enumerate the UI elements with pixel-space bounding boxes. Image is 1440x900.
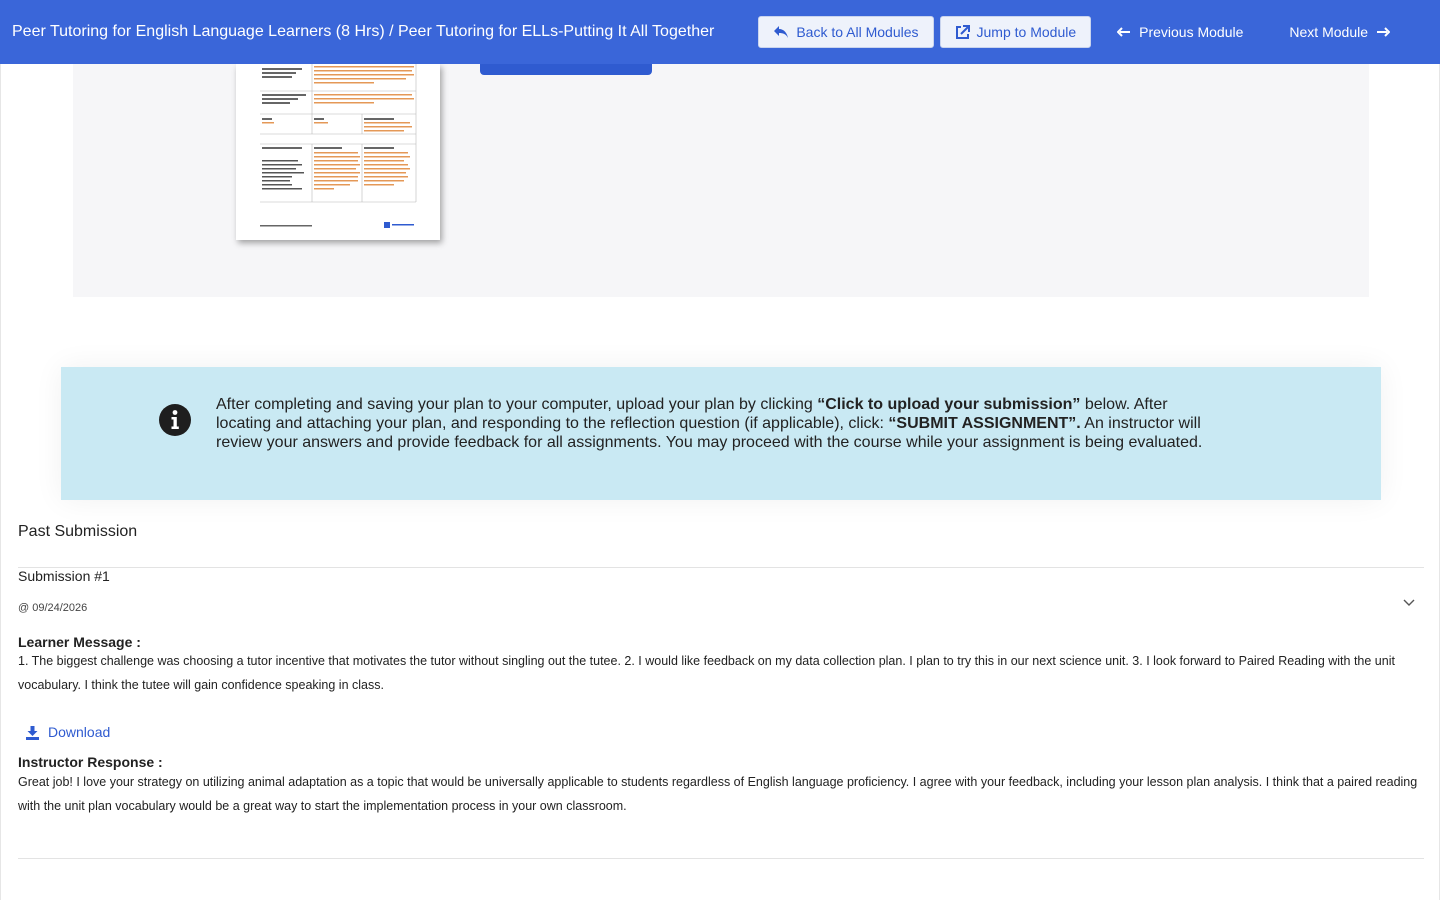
- section-divider: [18, 567, 1424, 568]
- external-link-icon: [955, 24, 970, 40]
- document-thumbnail[interactable]: [236, 64, 440, 240]
- download-label: Download: [48, 724, 111, 740]
- arrow-right-icon: [1376, 27, 1390, 37]
- reply-arrow-icon: [773, 25, 789, 39]
- submission-instructions-callout: After completing and saving your plan to…: [61, 367, 1381, 500]
- preview-action-button[interactable]: [480, 64, 652, 75]
- back-to-all-modules-button[interactable]: Back to All Modules: [758, 16, 934, 48]
- download-link[interactable]: Download: [25, 724, 110, 740]
- page-content: After completing and saving your plan to…: [0, 64, 1440, 900]
- module-nav: Back to All Modules Jump to Module Previ…: [758, 16, 1410, 48]
- breadcrumb: Peer Tutoring for English Language Learn…: [12, 23, 715, 40]
- instructions-text: After completing and saving your plan to…: [216, 395, 1226, 452]
- submit-assignment-phrase: “SUBMIT ASSIGNMENT”.: [888, 415, 1081, 432]
- instructor-response-text: Great job! I love your strategy on utili…: [18, 775, 1418, 813]
- jump-to-module-button[interactable]: Jump to Module: [939, 16, 1092, 48]
- download-icon: [25, 725, 40, 740]
- learner-message-text: 1. The biggest challenge was choosing a …: [18, 654, 1395, 692]
- instructions-part-1: After completing and saving your plan to…: [216, 396, 818, 413]
- past-submission-heading: Past Submission: [18, 523, 138, 540]
- next-module-button[interactable]: Next Module: [1269, 16, 1410, 48]
- previous-module-label: Previous Module: [1139, 24, 1244, 40]
- submission-divider: [18, 858, 1424, 859]
- upload-submission-phrase: “Click to upload your submission”: [817, 396, 1081, 413]
- submission-date: @ 09/24/2026: [18, 602, 88, 614]
- jump-to-module-label: Jump to Module: [976, 24, 1077, 40]
- submission-title: Submission #1: [18, 568, 110, 584]
- back-to-all-modules-label: Back to All Modules: [796, 24, 919, 40]
- learner-message-label: Learner Message :: [18, 634, 141, 650]
- chevron-down-icon[interactable]: [1401, 594, 1417, 610]
- instructor-response-label: Instructor Response :: [18, 754, 163, 770]
- document-preview-panel: [73, 64, 1369, 297]
- top-bar: Peer Tutoring for English Language Learn…: [0, 0, 1440, 64]
- next-module-label: Next Module: [1289, 24, 1368, 40]
- arrow-left-icon: [1117, 27, 1131, 37]
- info-circle-icon: [159, 404, 191, 436]
- previous-module-button[interactable]: Previous Module: [1097, 16, 1263, 48]
